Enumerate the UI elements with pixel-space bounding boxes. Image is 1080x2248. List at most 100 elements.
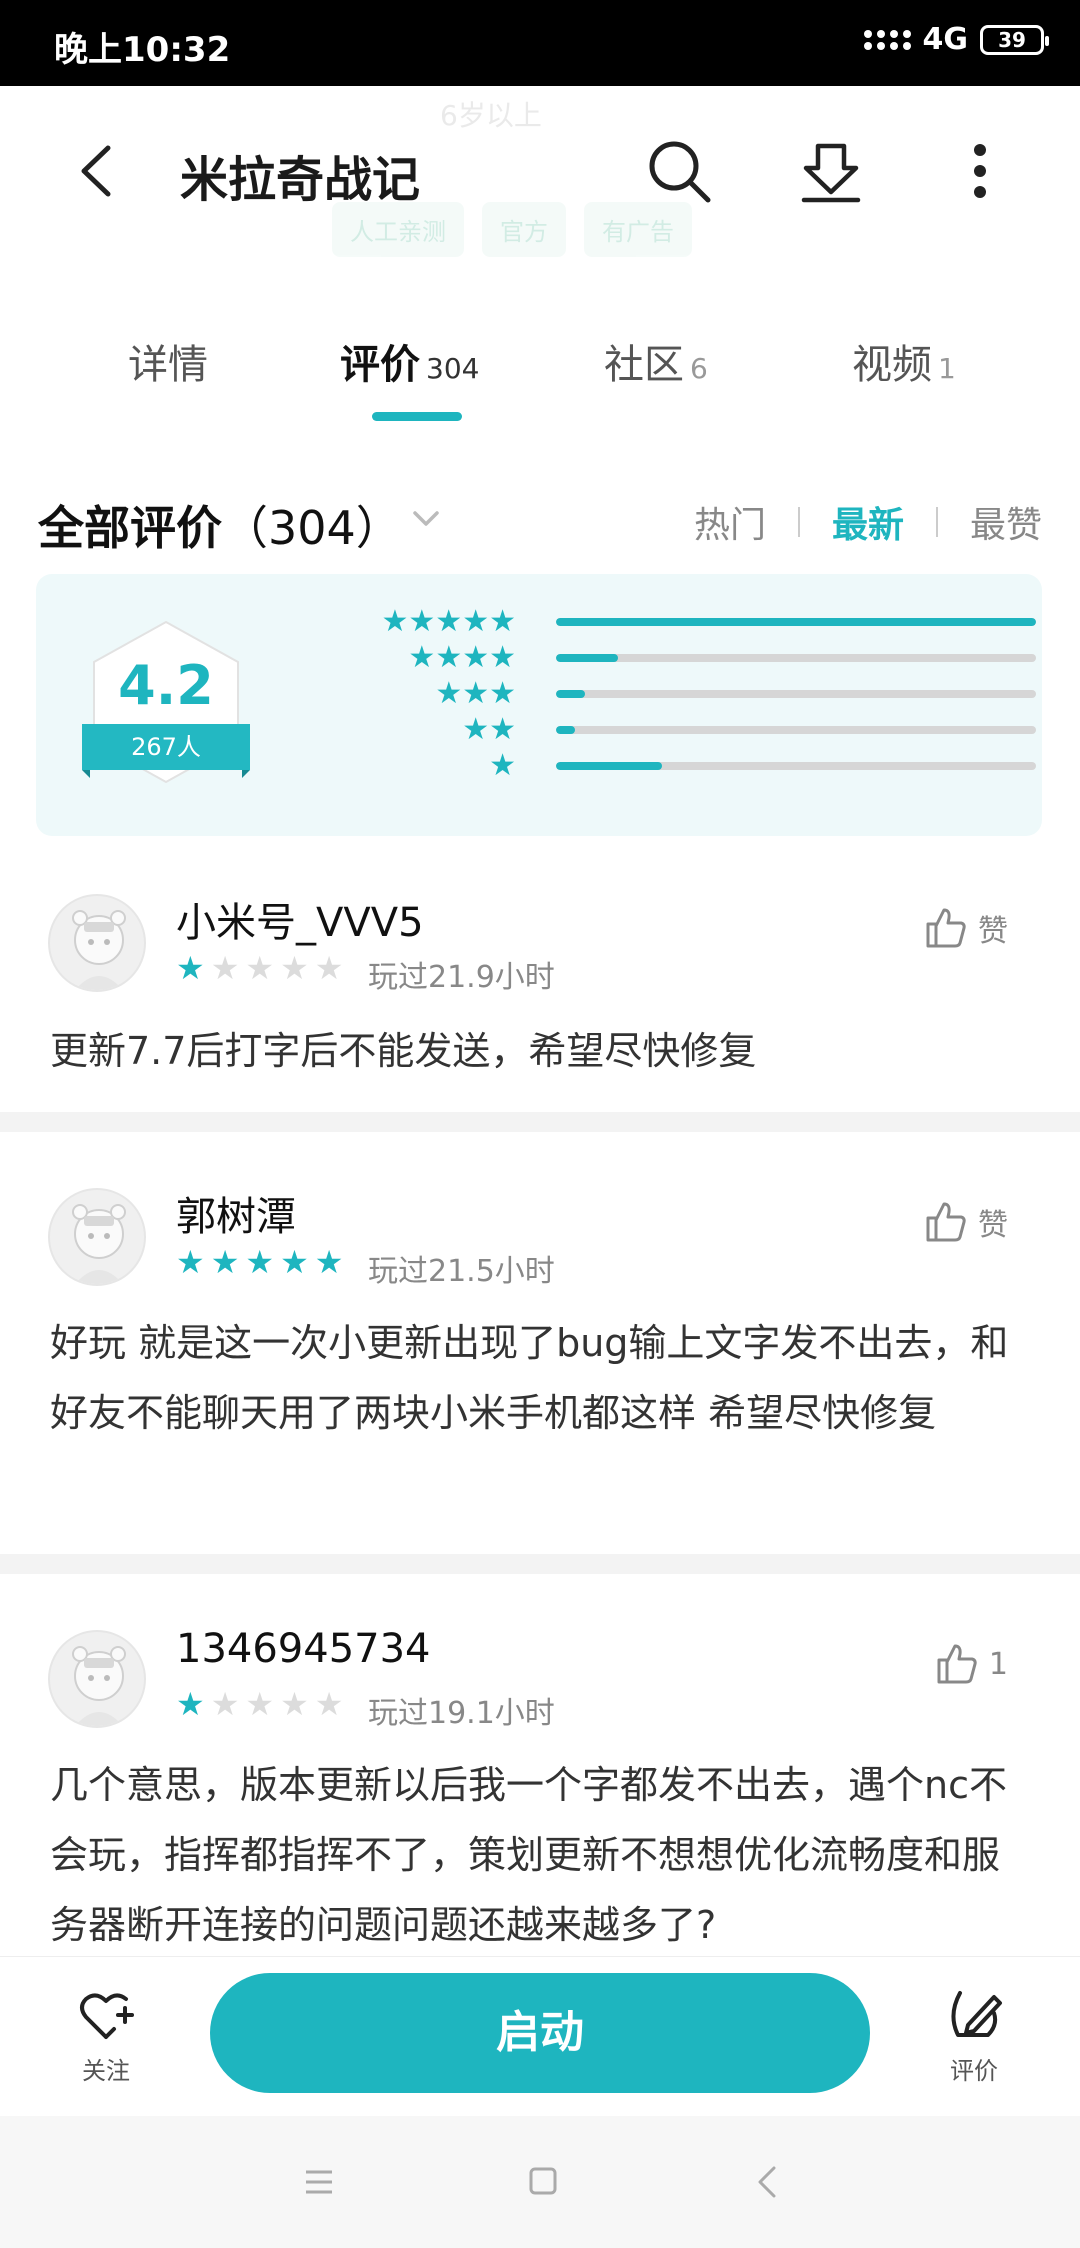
review-stars: ★ ★ ★ ★ ★ xyxy=(176,1244,343,1280)
distribution-row: ★ xyxy=(336,748,1036,784)
signal-dots-icon xyxy=(863,29,911,50)
tab-count: 1 xyxy=(938,352,956,385)
star-empty-icon: ★ xyxy=(314,1685,344,1723)
default-avatar-icon xyxy=(72,1204,126,1284)
reviewer-name[interactable]: 郭树潭 xyxy=(176,1184,296,1242)
sort-divider xyxy=(935,507,938,537)
status-bar: 晚上10:32 4G 39 xyxy=(0,0,1080,86)
review-text: 更新7.7后打字后不能发送，希望尽快修复 xyxy=(50,1029,757,1073)
avatar[interactable] xyxy=(48,1630,146,1728)
reviewer-name[interactable]: 小米号_VVV5 xyxy=(176,890,424,948)
distribution-bar-track xyxy=(556,726,1036,734)
review-divider xyxy=(0,1554,1080,1574)
distribution-row: ★★★★★ xyxy=(336,604,1036,640)
star-filled-icon: ★ xyxy=(176,1685,205,1723)
tab-label: 社区 xyxy=(604,342,684,388)
tab-label: 视频 xyxy=(852,342,932,388)
review-item: 郭树潭 ★ ★ ★ ★ ★ 玩过21.5小时 赞 好玩 就是这一次小更新出现了bug输上… xyxy=(0,1132,1080,1554)
search-icon[interactable] xyxy=(644,136,714,206)
distribution-bar-fill xyxy=(556,690,585,698)
tab-label: 详情 xyxy=(128,342,208,388)
tab-community[interactable]: 社区 6 xyxy=(604,332,708,390)
default-avatar-icon xyxy=(72,910,126,990)
play-time: 玩过19.1小时 xyxy=(368,1696,555,1731)
write-review-button[interactable]: 评价 xyxy=(924,1985,1024,2086)
status-icons: 4G 39 xyxy=(863,22,1049,57)
ghost-tag-list: 人工亲测 官方 有广告 xyxy=(332,202,692,257)
distribution-bar-track xyxy=(556,654,1036,662)
rater-count: 267人 xyxy=(82,724,250,778)
distribution-stars: ★★★★★ xyxy=(381,604,516,639)
distribution-row: ★★★ xyxy=(336,676,1036,712)
distribution-stars: ★★ xyxy=(462,712,516,747)
sort-hot[interactable]: 热门 xyxy=(694,496,766,548)
thumbs-up-icon xyxy=(926,908,966,948)
thumbs-up-icon xyxy=(926,1202,966,1242)
distribution-bar-track xyxy=(556,762,1036,770)
like-label: 赞 xyxy=(978,914,1008,949)
tab-details[interactable]: 详情 xyxy=(128,332,208,390)
play-time: 玩过21.5小时 xyxy=(368,1254,555,1289)
tab-reviews[interactable]: 评价 304 xyxy=(340,332,479,390)
review-label: 评价 xyxy=(950,2057,998,2085)
app-header: 6岁以上 人工亲测 官方 有广告 米拉奇战记 xyxy=(0,86,1080,326)
page-title: 米拉奇战记 xyxy=(180,152,421,208)
sort-divider xyxy=(797,507,800,537)
sort-most-liked[interactable]: 最赞 xyxy=(970,496,1042,548)
star-filled-icon: ★ xyxy=(210,1243,240,1281)
follow-button[interactable]: 关注 xyxy=(56,1985,156,2086)
distribution-bar-track xyxy=(556,690,1036,698)
follow-label: 关注 xyxy=(82,2057,130,2085)
rating-summary: 4.2 267人 ★★★★★ ★★★★ ★★★ ★★ ★ xyxy=(36,574,1042,836)
star-empty-icon: ★ xyxy=(280,1685,309,1723)
star-filled-icon: ★ xyxy=(314,1243,344,1281)
like-button[interactable]: 赞 xyxy=(924,1200,1008,1244)
network-type: 4G xyxy=(922,22,969,57)
reviewer-name[interactable]: 1346945734 xyxy=(176,1626,431,1672)
back-arrow-icon[interactable] xyxy=(70,136,120,206)
avatar[interactable] xyxy=(48,1188,146,1286)
ghost-tag: 人工亲测 xyxy=(332,202,464,257)
review-stars: ★ ★ ★ ★ ★ xyxy=(176,950,343,986)
like-label: 赞 xyxy=(978,1208,1008,1243)
distribution-bar-fill xyxy=(556,762,662,770)
download-icon[interactable] xyxy=(796,136,866,206)
average-score: 4.2 xyxy=(118,654,214,717)
section-title: 全部评价 xyxy=(38,501,222,555)
distribution-row: ★★★★ xyxy=(336,640,1036,676)
sort-newest[interactable]: 最新 xyxy=(832,496,904,548)
like-button[interactable]: 赞 xyxy=(924,906,1008,950)
distribution-bar-fill xyxy=(556,726,576,734)
tab-bar: 详情 评价 304 社区 6 视频 1 xyxy=(0,300,1080,430)
review-item: 小米号_VVV5 ★ ★ ★ ★ ★ 玩过21.9小时 赞 更新7.7后打字后不能发送，… xyxy=(0,860,1080,1112)
star-empty-icon: ★ xyxy=(245,949,275,987)
more-options-icon[interactable] xyxy=(945,136,1015,206)
star-filled-icon: ★ xyxy=(176,949,205,987)
tab-count: 304 xyxy=(426,352,480,385)
star-filled-icon: ★ xyxy=(245,1243,275,1281)
star-empty-icon: ★ xyxy=(210,949,240,987)
nav-back-icon[interactable] xyxy=(744,2160,794,2204)
distribution-bar-track xyxy=(556,618,1036,626)
home-square-icon[interactable] xyxy=(518,2160,568,2204)
avatar[interactable] xyxy=(48,894,146,992)
default-avatar-icon xyxy=(72,1646,126,1726)
star-filled-icon: ★ xyxy=(280,1243,309,1281)
star-filled-icon: ★ xyxy=(176,1243,205,1281)
like-button[interactable]: 1 xyxy=(935,1642,1008,1686)
distribution-row: ★★ xyxy=(336,712,1036,748)
section-count: （304） xyxy=(222,501,402,555)
launch-button[interactable]: 启动 xyxy=(210,1973,870,2093)
review-divider xyxy=(0,1112,1080,1132)
chevron-down-icon[interactable] xyxy=(410,506,442,532)
menu-icon[interactable] xyxy=(294,2160,344,2204)
star-empty-icon: ★ xyxy=(280,949,309,987)
ghost-tag: 官方 xyxy=(482,202,566,257)
system-nav-bar xyxy=(0,2116,1080,2248)
all-reviews-filter[interactable]: 全部评价（304） xyxy=(38,492,402,558)
review-text: 好玩 就是这一次小更新出现了bug输上文字发不出去，和好友不能聊天用了两块小米手… xyxy=(50,1321,1009,1435)
ghost-age-rating: 6岁以上 xyxy=(440,99,542,132)
star-empty-icon: ★ xyxy=(210,1685,240,1723)
star-empty-icon: ★ xyxy=(314,949,344,987)
tab-videos[interactable]: 视频 1 xyxy=(852,332,956,390)
